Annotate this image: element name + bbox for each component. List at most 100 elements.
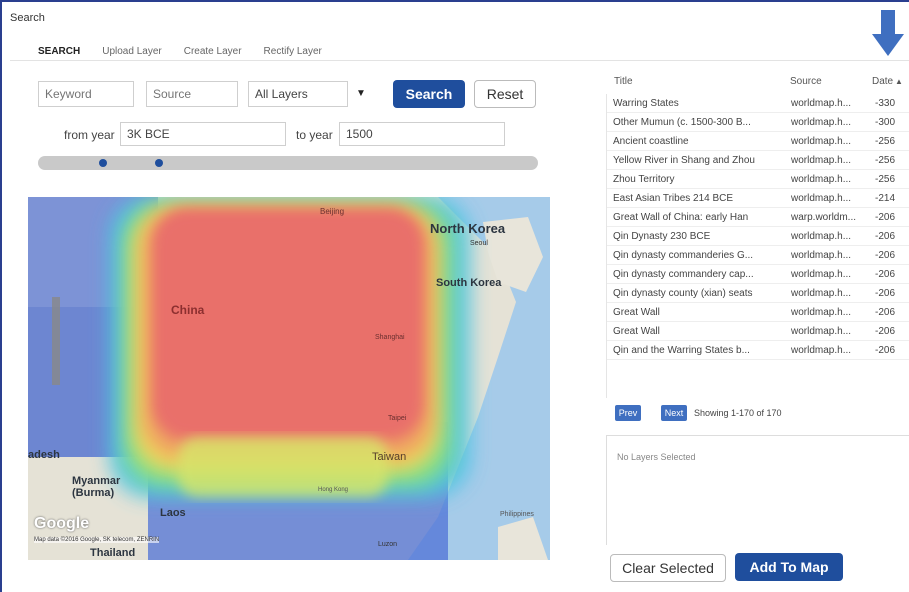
table-row[interactable]: Great Wall of China: early Han warp.worl… bbox=[607, 208, 909, 227]
google-logo: Google bbox=[34, 515, 90, 532]
map-label-myanmar: Myanmar (Burma) bbox=[72, 475, 121, 499]
map-label-shanghai: Shanghai bbox=[375, 334, 405, 341]
clear-selected-button[interactable]: Clear Selected bbox=[610, 554, 726, 582]
row-title: Yellow River in Shang and Zhou bbox=[613, 155, 755, 166]
table-row[interactable]: Yellow River in Shang and Zhou worldmap.… bbox=[607, 151, 909, 170]
column-header-title[interactable]: Title bbox=[614, 76, 633, 87]
row-date: -206 bbox=[875, 345, 896, 356]
row-title: Qin dynasty county (xian) seats bbox=[613, 288, 753, 299]
row-title: Great Wall of China: early Han bbox=[613, 212, 749, 223]
map-label-china: China bbox=[171, 303, 205, 317]
row-title: Ancient coastline bbox=[613, 136, 689, 147]
row-date: -256 bbox=[875, 174, 896, 185]
row-source: worldmap.h... bbox=[791, 98, 852, 109]
row-source: worldmap.h... bbox=[791, 231, 852, 242]
year-range-slider[interactable] bbox=[38, 156, 538, 170]
table-row[interactable]: Great Wall worldmap.h... -206 bbox=[607, 303, 909, 322]
app-window: Search SEARCH Upload Layer Create Layer … bbox=[0, 0, 909, 592]
sort-asc-icon[interactable]: ▲ bbox=[895, 77, 903, 86]
table-row[interactable]: Qin and the Warring States b... worldmap… bbox=[607, 341, 909, 360]
search-button[interactable]: Search bbox=[393, 80, 465, 108]
table-row[interactable]: Qin dynasty county (xian) seats worldmap… bbox=[607, 284, 909, 303]
chevron-down-icon[interactable]: ▼ bbox=[356, 88, 366, 99]
map-label-seoul: Seoul bbox=[470, 240, 488, 247]
row-title: Great Wall bbox=[613, 326, 660, 337]
table-row[interactable]: Ancient coastline worldmap.h... -256 bbox=[607, 132, 909, 151]
row-title: Qin Dynasty 230 BCE bbox=[613, 231, 711, 242]
pagination-status: Showing 1-170 of 170 bbox=[694, 408, 782, 418]
table-row[interactable]: Warring States worldmap.h... -330 bbox=[607, 94, 909, 113]
next-page-button[interactable]: Next bbox=[661, 405, 687, 421]
slider-handle-end[interactable] bbox=[155, 159, 163, 167]
no-selection-text: No Layers Selected bbox=[617, 452, 696, 462]
map-label-taipei: Taipei bbox=[388, 415, 407, 422]
row-source: worldmap.h... bbox=[791, 326, 852, 337]
row-title: East Asian Tribes 214 BCE bbox=[613, 193, 734, 204]
reset-button[interactable]: Reset bbox=[474, 80, 536, 108]
to-year-field[interactable] bbox=[339, 122, 505, 146]
row-source: worldmap.h... bbox=[791, 288, 852, 299]
row-source: worldmap.h... bbox=[791, 250, 852, 261]
table-row[interactable]: Zhou Territory worldmap.h... -256 bbox=[607, 170, 909, 189]
map-label-hong-kong: Hong Kong bbox=[318, 487, 349, 493]
map-label-south-korea: South Korea bbox=[436, 277, 502, 289]
tab-search[interactable]: SEARCH bbox=[38, 46, 80, 57]
heatmap-map[interactable]: North Korea South Korea China Beijing Se… bbox=[28, 197, 550, 560]
map-label-taiwan: Taiwan bbox=[372, 451, 407, 463]
map-attribution: Map data ©2016 Google, SK telecom, ZENRI… bbox=[34, 537, 160, 543]
row-title: Zhou Territory bbox=[613, 174, 675, 185]
tab-create-layer[interactable]: Create Layer bbox=[184, 46, 242, 57]
source-input[interactable] bbox=[146, 81, 238, 107]
row-source: worldmap.h... bbox=[791, 193, 852, 204]
map-label-north-korea: North Korea bbox=[430, 221, 506, 236]
to-year-label: to year bbox=[296, 128, 333, 142]
row-title: Qin and the Warring States b... bbox=[613, 345, 750, 356]
from-year-field[interactable] bbox=[120, 122, 286, 146]
table-row[interactable]: Qin dynasty commandery cap... worldmap.h… bbox=[607, 265, 909, 284]
row-source: worldmap.h... bbox=[791, 345, 852, 356]
row-date: -206 bbox=[875, 326, 896, 337]
table-row[interactable]: Qin dynasty commanderies G... worldmap.h… bbox=[607, 246, 909, 265]
row-date: -330 bbox=[875, 98, 896, 109]
tab-rectify-layer[interactable]: Rectify Layer bbox=[264, 46, 322, 57]
row-source: worldmap.h... bbox=[791, 174, 852, 185]
map-graphic bbox=[28, 197, 550, 560]
row-date: -206 bbox=[875, 307, 896, 318]
column-header-source[interactable]: Source bbox=[790, 76, 822, 87]
selected-layers-panel: No Layers Selected bbox=[606, 435, 909, 545]
slider-handle-start[interactable] bbox=[99, 159, 107, 167]
row-date: -206 bbox=[875, 212, 896, 223]
results-table: Warring States worldmap.h... -330 Other … bbox=[606, 94, 909, 398]
keyword-input[interactable] bbox=[38, 81, 134, 107]
from-year-label: from year bbox=[64, 128, 115, 142]
row-date: -206 bbox=[875, 288, 896, 299]
row-date: -206 bbox=[875, 250, 896, 261]
prev-page-button[interactable]: Prev bbox=[615, 405, 641, 421]
sort-indicator-arrow-icon bbox=[872, 10, 904, 56]
row-date: -214 bbox=[875, 193, 896, 204]
tab-upload-layer[interactable]: Upload Layer bbox=[102, 46, 161, 57]
row-source: worldmap.h... bbox=[791, 155, 852, 166]
row-title: Other Mumun (c. 1500-300 B... bbox=[613, 117, 751, 128]
layers-select[interactable]: All Layers bbox=[248, 81, 348, 107]
table-row[interactable]: East Asian Tribes 214 BCE worldmap.h... … bbox=[607, 189, 909, 208]
column-header-date[interactable]: Date bbox=[872, 76, 893, 87]
map-label-philippines: Philippines bbox=[500, 511, 534, 518]
tab-bar: SEARCH Upload Layer Create Layer Rectify… bbox=[38, 46, 322, 57]
map-label-luzon: Luzon bbox=[378, 541, 398, 548]
row-source: warp.worldm... bbox=[791, 212, 857, 223]
table-row[interactable]: Other Mumun (c. 1500-300 B... worldmap.h… bbox=[607, 113, 909, 132]
row-date: -256 bbox=[875, 136, 896, 147]
row-date: -206 bbox=[875, 269, 896, 280]
table-row[interactable]: Great Wall worldmap.h... -206 bbox=[607, 322, 909, 341]
map-label-thailand: Thailand bbox=[90, 547, 136, 559]
add-to-map-button[interactable]: Add To Map bbox=[735, 553, 843, 581]
row-title: Qin dynasty commandery cap... bbox=[613, 269, 754, 280]
tab-divider bbox=[10, 60, 909, 61]
row-date: -256 bbox=[875, 155, 896, 166]
map-label-beijing: Beijing bbox=[320, 207, 345, 216]
row-source: worldmap.h... bbox=[791, 307, 852, 318]
table-row[interactable]: Qin Dynasty 230 BCE worldmap.h... -206 bbox=[607, 227, 909, 246]
row-source: worldmap.h... bbox=[791, 117, 852, 128]
map-label-bangladesh: adesh bbox=[28, 449, 60, 461]
